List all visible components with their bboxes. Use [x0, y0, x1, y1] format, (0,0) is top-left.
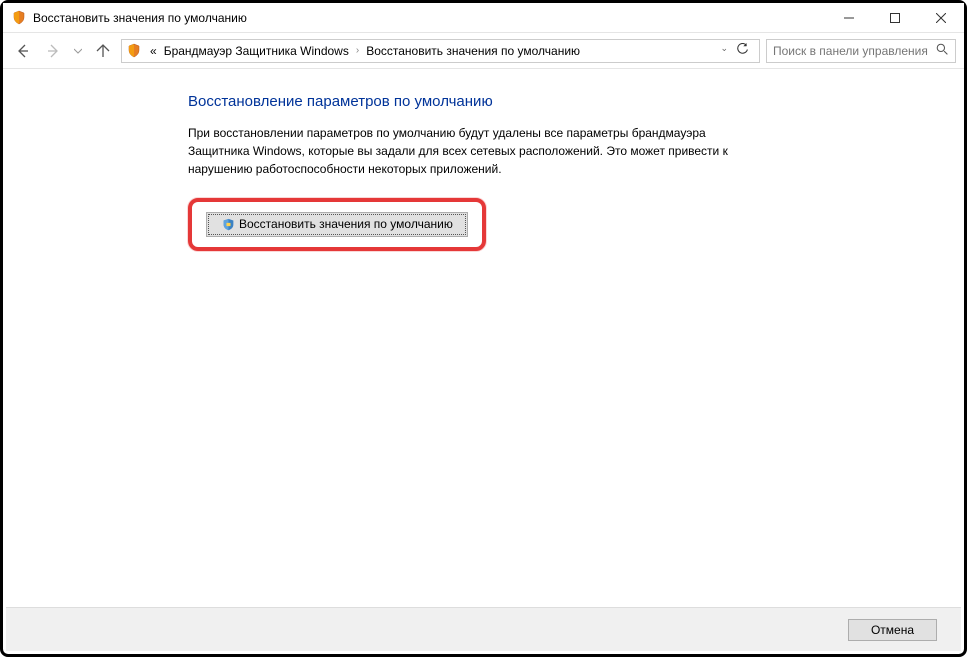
up-button[interactable] — [91, 39, 115, 63]
minimize-button[interactable] — [826, 3, 872, 32]
breadcrumb-restore[interactable]: Восстановить значения по умолчанию — [363, 42, 583, 60]
back-button[interactable] — [11, 39, 35, 63]
highlight-annotation: Восстановить значения по умолчанию — [188, 198, 486, 251]
cancel-button[interactable]: Отмена — [848, 619, 937, 641]
restore-button-label: Восстановить значения по умолчанию — [239, 217, 453, 231]
window-title: Восстановить значения по умолчанию — [33, 11, 826, 25]
firewall-shield-icon — [11, 10, 27, 26]
breadcrumb[interactable]: « Брандмауэр Защитника Windows › Восстан… — [121, 39, 760, 63]
restore-defaults-button[interactable]: Восстановить значения по умолчанию — [206, 212, 468, 237]
breadcrumb-prefix[interactable]: « — [147, 42, 160, 60]
breadcrumb-firewall[interactable]: Брандмауэр Защитника Windows — [161, 42, 352, 60]
refresh-icon[interactable] — [736, 43, 749, 59]
chevron-down-icon[interactable]: ⌄ — [720, 43, 728, 59]
titlebar: Восстановить значения по умолчанию — [3, 3, 964, 33]
firewall-shield-icon — [126, 43, 142, 59]
recent-dropdown-icon[interactable] — [71, 39, 85, 63]
maximize-button[interactable] — [872, 3, 918, 32]
search-box[interactable] — [766, 39, 956, 63]
page-heading: Восстановление параметров по умолчанию — [188, 93, 924, 110]
close-button[interactable] — [918, 3, 964, 32]
search-icon[interactable] — [936, 43, 949, 59]
shield-icon — [221, 218, 235, 232]
content-area: Восстановление параметров по умолчанию П… — [3, 69, 964, 251]
forward-button[interactable] — [41, 39, 65, 63]
navbar: « Брандмауэр Защитника Windows › Восстан… — [3, 33, 964, 69]
search-input[interactable] — [773, 44, 936, 58]
chevron-right-icon: › — [353, 45, 362, 56]
footer: Отмена — [6, 607, 961, 651]
description-text: При восстановлении параметров по умолчан… — [188, 124, 748, 178]
window-controls — [826, 3, 964, 32]
